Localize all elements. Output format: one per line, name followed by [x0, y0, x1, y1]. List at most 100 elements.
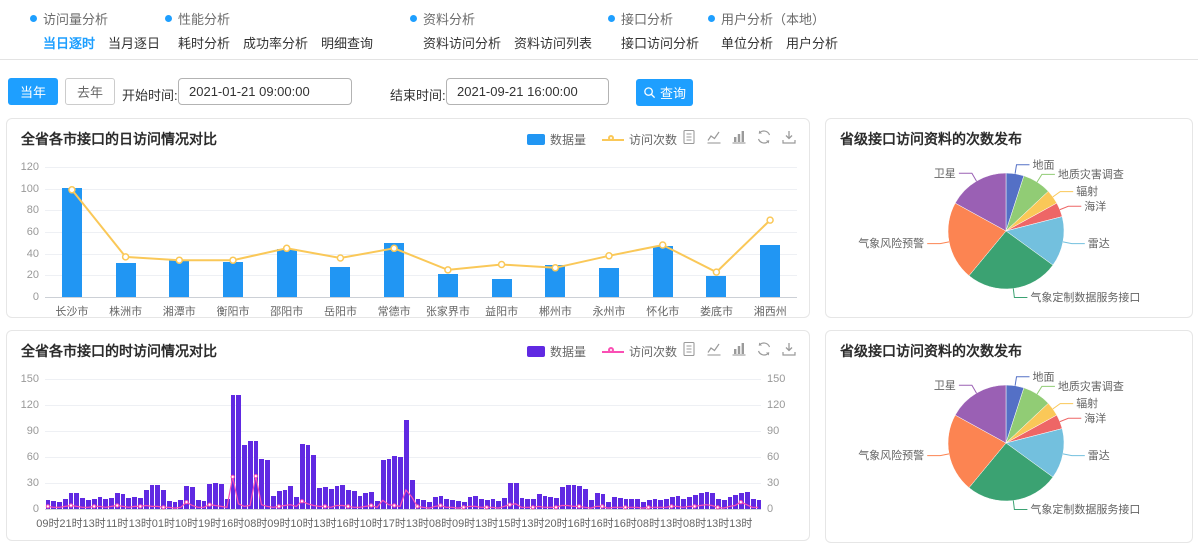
line-marker[interactable]: [93, 505, 96, 508]
data-view-icon[interactable]: [681, 341, 697, 357]
x-axis-label: 09时: [452, 515, 475, 531]
line-marker[interactable]: [208, 503, 211, 506]
line-marker[interactable]: [230, 257, 236, 263]
nav-item[interactable]: 资料访问分析: [423, 33, 501, 52]
gridline: [45, 509, 761, 510]
pie-slice-label: 地面: [1033, 370, 1055, 383]
line-marker[interactable]: [69, 504, 72, 507]
line-marker[interactable]: [393, 504, 396, 507]
line-marker[interactable]: [416, 505, 419, 508]
line-marker[interactable]: [554, 506, 557, 509]
start-time-input[interactable]: [178, 78, 352, 105]
end-time-label: 结束时间:: [390, 85, 446, 104]
nav-item[interactable]: 当日逐时: [43, 33, 95, 52]
pie-slice-label: 气象定制数据服务接口: [1030, 502, 1140, 516]
line-marker[interactable]: [116, 504, 119, 507]
line-marker[interactable]: [485, 506, 488, 509]
search-button[interactable]: 查询: [636, 79, 693, 106]
nav-item[interactable]: 耗时分析: [178, 33, 230, 52]
end-time-input[interactable]: [446, 78, 609, 105]
line-marker[interactable]: [347, 505, 350, 508]
restore-icon[interactable]: [756, 341, 772, 357]
line-marker[interactable]: [578, 505, 581, 508]
pie-label-line: [1053, 404, 1073, 409]
nav-item[interactable]: 接口访问分析: [621, 33, 699, 52]
bar-chart-icon[interactable]: [731, 341, 747, 357]
line-marker[interactable]: [670, 505, 673, 508]
line-marker[interactable]: [254, 475, 257, 478]
x-axis-label: 01时: [152, 515, 175, 531]
line-marker[interactable]: [508, 503, 511, 506]
pie-label-line: [959, 385, 977, 393]
save-image-icon[interactable]: [781, 129, 797, 145]
x-axis-label: 13时: [729, 515, 752, 531]
line-chart-icon[interactable]: [706, 129, 722, 145]
legend-item[interactable]: 访问次数: [602, 343, 677, 360]
line-marker[interactable]: [337, 255, 343, 261]
line-marker[interactable]: [323, 505, 326, 508]
legend-item[interactable]: 访问次数: [602, 131, 677, 148]
nav-item[interactable]: 用户分析: [786, 33, 838, 52]
y-axis-label: 150: [9, 373, 39, 385]
data-view-icon[interactable]: [681, 129, 697, 145]
restore-icon[interactable]: [756, 129, 772, 145]
line-marker[interactable]: [739, 501, 742, 504]
hourly-access-chart-panel: 全省各市接口的时访问情况对比 数据量访问次数 00303060609090120…: [6, 330, 810, 541]
bullet-icon: [608, 15, 615, 22]
line-marker[interactable]: [439, 504, 442, 507]
line-marker[interactable]: [231, 475, 234, 478]
pie-slice-label: 卫星: [934, 379, 956, 392]
line-marker[interactable]: [713, 269, 719, 275]
line-marker[interactable]: [693, 505, 696, 508]
bar-chart-icon[interactable]: [731, 129, 747, 145]
line-marker[interactable]: [716, 506, 719, 509]
legend-item[interactable]: 数据量: [527, 131, 586, 148]
pie-label-line: [1015, 165, 1029, 174]
save-image-icon[interactable]: [781, 341, 797, 357]
last-year-button[interactable]: 去年: [65, 78, 115, 105]
line-marker[interactable]: [370, 504, 373, 507]
current-year-button[interactable]: 当年: [8, 78, 58, 105]
nav-item[interactable]: 明细查询: [321, 33, 373, 52]
pie-slice-label: 雷达: [1088, 449, 1110, 462]
search-button-label: 查询: [660, 83, 686, 102]
line-marker[interactable]: [176, 257, 182, 263]
nav-group-title: 访问量分析: [43, 9, 108, 28]
nav-item[interactable]: 资料访问列表: [514, 33, 592, 52]
line-marker[interactable]: [606, 253, 612, 259]
nav-item[interactable]: 当月逐日: [108, 33, 160, 52]
x-axis-label: 长沙市: [45, 303, 99, 319]
line-marker[interactable]: [123, 254, 129, 260]
line-marker[interactable]: [300, 500, 303, 503]
x-axis-label: 娄底市: [690, 303, 744, 319]
line-marker[interactable]: [46, 505, 49, 508]
plot-area: [45, 379, 761, 509]
line-marker[interactable]: [277, 505, 280, 508]
line-marker[interactable]: [69, 187, 75, 193]
line-marker[interactable]: [445, 267, 451, 273]
legend-ring: [608, 135, 614, 141]
line-marker[interactable]: [647, 506, 650, 509]
line-marker[interactable]: [139, 505, 142, 508]
nav-item[interactable]: 单位分析: [721, 33, 773, 52]
line-marker[interactable]: [162, 506, 165, 509]
line-marker[interactable]: [499, 262, 505, 268]
line-marker[interactable]: [284, 245, 290, 251]
x-axis-label: 13时: [475, 515, 498, 531]
legend-item[interactable]: 数据量: [527, 343, 586, 360]
pie-slice-label: 地质灾害调查: [1058, 167, 1124, 181]
line-marker[interactable]: [660, 242, 666, 248]
line-marker[interactable]: [767, 217, 773, 223]
line-marker[interactable]: [391, 245, 397, 251]
x-axis-label: 16时: [221, 515, 244, 531]
plot-area: [45, 167, 797, 297]
pie-label-line: [1063, 242, 1085, 244]
nav-item[interactable]: 成功率分析: [243, 33, 308, 52]
line-marker[interactable]: [462, 506, 465, 509]
line-marker[interactable]: [624, 506, 627, 509]
line-chart-icon[interactable]: [706, 341, 722, 357]
line-marker[interactable]: [601, 505, 604, 508]
line-marker[interactable]: [531, 506, 534, 509]
line-marker[interactable]: [185, 501, 188, 504]
line-marker[interactable]: [552, 265, 558, 271]
